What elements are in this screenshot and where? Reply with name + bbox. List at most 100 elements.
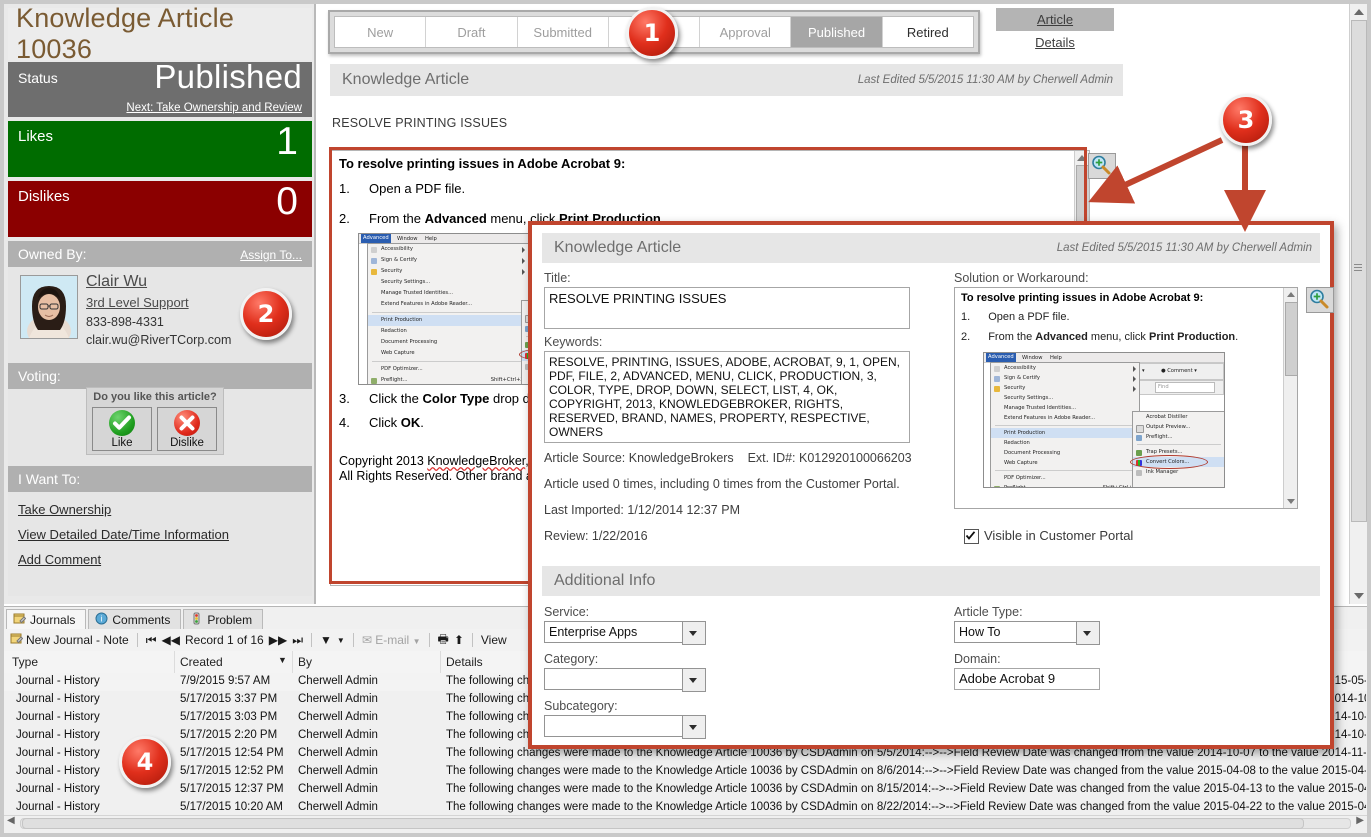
tab-problem[interactable]: Problem <box>183 609 264 629</box>
article-type-dropdown[interactable]: How To <box>954 621 1100 645</box>
article-type-chevron-down-icon[interactable] <box>1076 621 1100 645</box>
new-journal-icon <box>10 632 24 648</box>
cell-details: The following changes were made to the K… <box>446 783 1366 795</box>
link-details-view[interactable]: Details <box>996 31 1114 54</box>
traffic-light-icon <box>190 612 203 628</box>
export-icon[interactable]: ⬆ <box>454 633 464 647</box>
overlay-solution-box[interactable]: To resolve printing issues in Adobe Acro… <box>954 287 1298 509</box>
ov-scroll-up-icon[interactable] <box>1287 292 1295 297</box>
overlay-title: Knowledge Article <box>554 239 682 256</box>
assign-to-link[interactable]: Assign To... <box>240 248 302 262</box>
tab-journals[interactable]: Journals <box>6 609 87 629</box>
last-edited-text: Last Edited 5/5/2015 11:30 AM by Cherwel… <box>857 74 1113 86</box>
cell-type: Journal - History <box>16 801 100 813</box>
last-record-icon[interactable]: ⏭ <box>292 633 303 648</box>
cell-created: 7/9/2015 9:57 AM <box>180 675 271 687</box>
subcategory-dropdown[interactable] <box>544 715 706 739</box>
table-row[interactable]: Journal - History 5/17/2015 12:52 PM Cherw… <box>4 763 1367 781</box>
avatar <box>20 275 78 339</box>
likes-label: Likes <box>18 128 54 145</box>
link-article-view[interactable]: Article <box>996 8 1114 31</box>
column-by[interactable]: By <box>298 655 312 669</box>
view-date-time-link[interactable]: View Detailed Date/Time Information <box>18 527 312 542</box>
cell-by: Cherwell Admin <box>298 747 378 759</box>
page-scroll-up-icon[interactable] <box>1354 9 1364 15</box>
journals-hscroll-thumb[interactable] <box>22 818 1304 829</box>
visible-portal-checkbox[interactable] <box>964 529 979 544</box>
expand-solution-zoom-icon[interactable] <box>1088 153 1116 179</box>
column-created[interactable]: Created <box>180 655 223 669</box>
status-label: Status <box>18 70 58 86</box>
like-button[interactable]: Like <box>92 407 152 451</box>
tab-approval[interactable]: Approval <box>700 17 792 47</box>
filter-dropdown-icon[interactable]: ▼ <box>337 636 345 645</box>
tab-comments[interactable]: i Comments <box>88 609 182 629</box>
service-label: Service: <box>544 605 590 619</box>
service-dropdown[interactable]: Enterprise Apps <box>544 621 706 645</box>
new-journal-button[interactable]: New Journal - Note <box>10 632 129 648</box>
subcategory-label: Subcategory: <box>544 699 618 713</box>
owner-name-link[interactable]: Clair Wu <box>86 273 147 291</box>
service-chevron-down-icon[interactable] <box>682 621 706 645</box>
tab-published[interactable]: Published <box>791 17 883 47</box>
article-source-value: KnowledgeBrokers <box>628 451 734 465</box>
title-input[interactable]: RESOLVE PRINTING ISSUES <box>544 287 910 329</box>
callout-badge-4: 4 <box>119 736 171 788</box>
domain-input[interactable]: Adobe Acrobat 9 <box>954 668 1100 690</box>
journal-icon <box>13 612 27 628</box>
subcategory-chevron-down-icon[interactable] <box>682 715 706 739</box>
overlay-expand-zoom-icon[interactable] <box>1306 287 1334 313</box>
category-dropdown[interactable] <box>544 668 706 692</box>
page-scroll-thumb[interactable] <box>1351 20 1367 522</box>
column-details[interactable]: Details <box>446 655 483 669</box>
page-scroll-down-icon[interactable] <box>1354 593 1364 599</box>
journals-horizontal-scrollbar[interactable]: ◀ ▶ <box>4 815 1367 829</box>
app-window: Knowledge Article 10036 Status Published… <box>0 0 1371 837</box>
category-chevron-down-icon[interactable] <box>682 668 706 692</box>
cell-details: The following changes were made to the K… <box>446 801 1366 813</box>
ov-step-2-text: From the Advanced menu, click Print Prod… <box>988 331 1239 343</box>
dislikes-label: Dislikes <box>18 188 70 205</box>
ext-id-label: Ext. ID#: <box>747 451 796 465</box>
ov-scroll-thumb[interactable] <box>1285 302 1297 376</box>
page-title: Knowledge Article 10036 <box>16 3 235 64</box>
cell-type: Journal - History <box>16 693 100 705</box>
service-value: Enterprise Apps <box>549 625 638 639</box>
last-imported-row: Last Imported: 1/12/2014 12:37 PM <box>544 503 740 517</box>
tab-retired[interactable]: Retired <box>882 17 973 47</box>
voting-question: Do you like this article? <box>93 391 217 403</box>
table-row[interactable]: Journal - History 5/17/2015 12:37 PM Cherw… <box>4 781 1367 799</box>
first-record-icon[interactable]: ⏮ <box>146 633 157 648</box>
ov-scroll-down-icon[interactable] <box>1287 499 1295 504</box>
keywords-input[interactable]: RESOLVE, PRINTING, ISSUES, ADOBE, ACROBA… <box>544 351 910 443</box>
hscroll-left-icon[interactable]: ◀ <box>7 815 15 826</box>
cell-by: Cherwell Admin <box>298 675 378 687</box>
voting-label: Voting: <box>18 368 61 384</box>
title-label: Title: <box>544 271 571 285</box>
add-comment-link[interactable]: Add Comment <box>18 552 312 567</box>
cell-created: 5/17/2015 3:37 PM <box>180 693 278 705</box>
hscroll-right-icon[interactable]: ▶ <box>1356 815 1364 826</box>
tab-draft[interactable]: Draft <box>426 17 518 47</box>
i-want-to-label: I Want To: <box>18 471 81 487</box>
cell-created: 5/17/2015 2:20 PM <box>180 729 278 741</box>
print-icon[interactable]: 🖶 <box>438 630 449 651</box>
tab-new[interactable]: New <box>335 17 427 47</box>
next-record-icon[interactable]: ▶▶ <box>269 633 287 647</box>
next-action-link[interactable]: Next: Take Ownership and Review <box>126 102 302 114</box>
tab-submitted[interactable]: Submitted <box>517 17 609 47</box>
view-button[interactable]: View <box>481 633 507 647</box>
take-ownership-link[interactable]: Take Ownership <box>18 502 312 517</box>
overlay-solution-scrollbar[interactable] <box>1283 288 1297 508</box>
page-vertical-scrollbar[interactable] <box>1349 4 1367 604</box>
article-source-label: Article Source: <box>544 451 626 465</box>
filter-icon[interactable]: ▼ <box>320 633 332 647</box>
owner-role-link[interactable]: 3rd Level Support <box>86 295 189 310</box>
voting-body: Do you like this article? Like Dislike <box>8 387 312 466</box>
cell-created: 5/17/2015 12:37 PM <box>180 783 284 795</box>
dislike-button[interactable]: Dislike <box>157 407 217 451</box>
article-type-value: How To <box>959 625 1001 639</box>
record-counter: Record 1 of 16 <box>185 633 264 647</box>
column-type[interactable]: Type <box>12 655 38 669</box>
prev-record-icon[interactable]: ◀◀ <box>162 633 180 647</box>
